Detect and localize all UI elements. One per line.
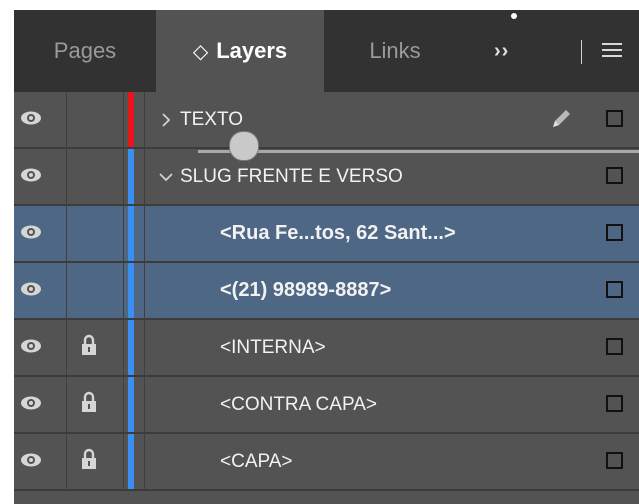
selection-square-icon[interactable] <box>606 167 623 184</box>
pencil-icon <box>550 106 574 135</box>
tab-layers[interactable]: ◇ Layers <box>156 10 324 92</box>
panel-grip-dot-icon <box>511 13 517 19</box>
layer-name[interactable]: <CONTRA CAPA> <box>220 377 377 432</box>
hamburger-menu-icon[interactable] <box>602 43 622 61</box>
column-divider <box>123 149 124 204</box>
column-divider <box>144 92 145 147</box>
eye-icon[interactable] <box>14 263 66 318</box>
mouse-cursor-icon <box>229 131 259 161</box>
lock-icon[interactable] <box>66 149 123 204</box>
layer-name[interactable]: <CAPA> <box>220 434 293 489</box>
tabbar-divider <box>581 40 582 64</box>
layer-row[interactable]: <(21) 98989-8887> <box>14 263 639 320</box>
column-divider <box>123 206 124 261</box>
column-divider <box>144 263 145 318</box>
more-tabs-button[interactable]: ›› <box>494 40 509 63</box>
selection-square-icon[interactable] <box>606 452 623 469</box>
layer-name[interactable]: <INTERNA> <box>220 320 326 375</box>
column-divider <box>123 92 124 147</box>
layer-name[interactable]: <(21) 98989-8887> <box>220 263 391 318</box>
column-divider <box>144 206 145 261</box>
column-divider <box>144 434 145 489</box>
layer-name[interactable]: <Rua Fe...tos, 62 Sant...> <box>220 206 456 261</box>
chevron-down-icon[interactable] <box>155 149 177 204</box>
layer-row[interactable]: <INTERNA> <box>14 320 639 377</box>
layer-color-swatch <box>128 92 134 147</box>
layer-color-swatch <box>128 434 134 489</box>
drag-insertion-line <box>198 150 639 153</box>
selection-square-icon[interactable] <box>606 110 623 127</box>
column-divider <box>144 149 145 204</box>
lock-icon[interactable] <box>66 377 123 432</box>
eye-icon[interactable] <box>14 377 66 432</box>
selection-square-icon[interactable] <box>606 224 623 241</box>
column-divider <box>144 320 145 375</box>
column-divider <box>123 434 124 489</box>
tab-pages[interactable]: Pages <box>14 10 156 92</box>
layers-panel: Pages ◇ Layers Links ›› TEXTO SLUG FRENTE… <box>14 10 639 504</box>
eye-icon[interactable] <box>14 206 66 261</box>
lock-icon[interactable] <box>66 320 123 375</box>
layer-name[interactable]: SLUG FRENTE E VERSO <box>180 149 403 204</box>
column-divider <box>123 377 124 432</box>
layer-row[interactable]: <CAPA> <box>14 434 639 491</box>
column-divider <box>123 263 124 318</box>
tab-pages-label: Pages <box>53 38 117 63</box>
layer-color-swatch <box>128 320 134 375</box>
layer-color-swatch <box>128 263 134 318</box>
eye-icon[interactable] <box>14 320 66 375</box>
tab-links[interactable]: Links <box>324 10 466 92</box>
eye-icon[interactable] <box>14 149 66 204</box>
tab-bar: Pages ◇ Layers Links ›› <box>14 10 639 92</box>
layer-color-swatch <box>128 206 134 261</box>
tab-layers-label: Layers <box>216 38 288 63</box>
chevron-right-icon[interactable] <box>155 92 177 147</box>
layer-row[interactable]: SLUG FRENTE E VERSO <box>14 149 639 206</box>
lock-icon[interactable] <box>66 434 123 489</box>
layer-row[interactable]: <Rua Fe...tos, 62 Sant...> <box>14 206 639 263</box>
tab-links-label: Links <box>369 38 421 63</box>
layer-color-swatch <box>128 149 134 204</box>
selection-square-icon[interactable] <box>606 281 623 298</box>
selection-square-icon[interactable] <box>606 338 623 355</box>
layer-row[interactable]: TEXTO <box>14 92 639 149</box>
layer-color-swatch <box>128 377 134 432</box>
selection-square-icon[interactable] <box>606 395 623 412</box>
eye-icon[interactable] <box>14 434 66 489</box>
lock-icon[interactable] <box>66 206 123 261</box>
eye-icon[interactable] <box>14 92 66 147</box>
column-divider <box>144 377 145 432</box>
layer-row[interactable]: <CONTRA CAPA> <box>14 377 639 434</box>
column-divider <box>123 320 124 375</box>
lock-icon[interactable] <box>66 92 123 147</box>
lock-icon[interactable] <box>66 263 123 318</box>
tab-sort-icon: ◇ <box>192 40 209 63</box>
